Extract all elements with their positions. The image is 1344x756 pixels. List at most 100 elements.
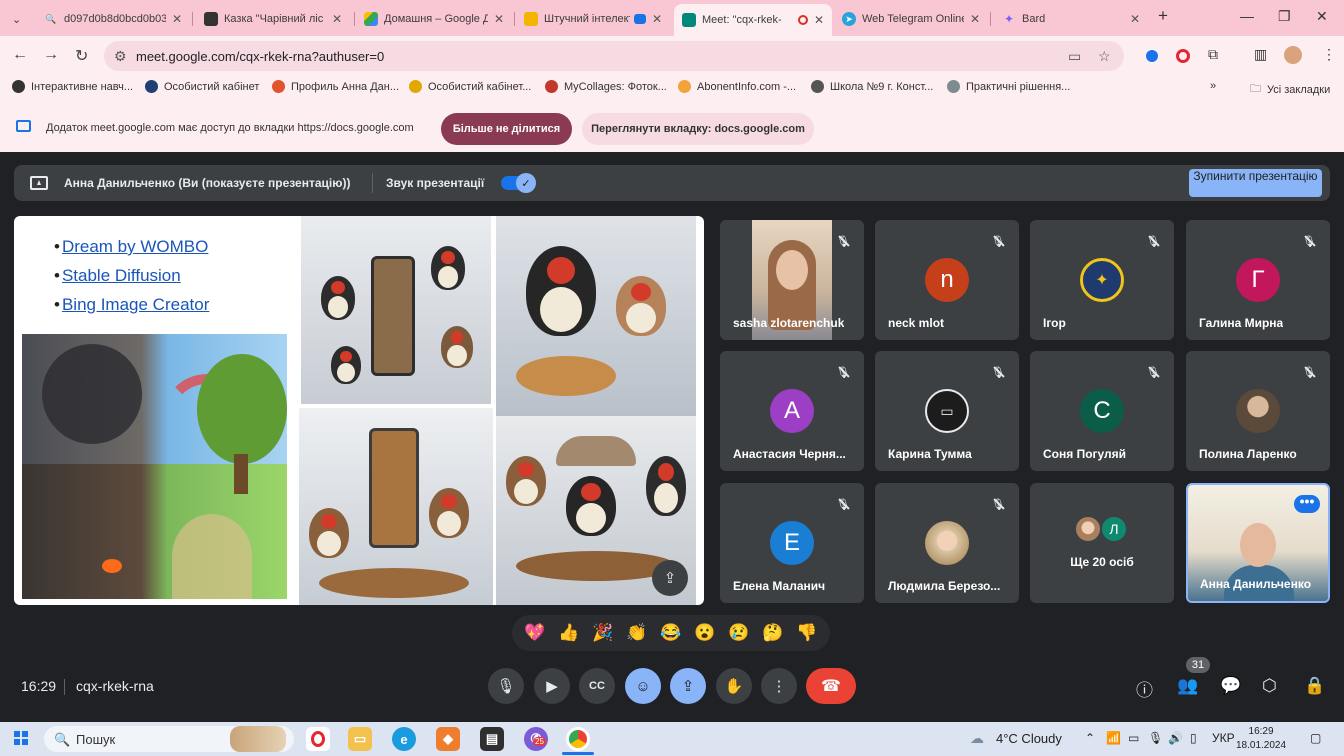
taskbar-clock[interactable]: 16:29 18.01.2024 [1236,725,1286,753]
slide-link[interactable]: Bing Image Creator [54,290,209,319]
camera-icon[interactable]: ▭ [1068,48,1081,65]
participant-tile[interactable]: ✦ 🎙 Ігор [1030,220,1174,340]
reaction-surprised-icon[interactable]: 😮 [694,623,715,643]
close-icon[interactable]: ✕ [494,12,504,26]
bookmark-item[interactable]: AbonentInfo.com -... [678,80,796,93]
reaction-clap-icon[interactable]: 👏 [626,623,647,643]
new-tab-button[interactable]: + [1158,6,1168,26]
cast-icon[interactable]: ▭ [1128,731,1139,745]
activities-icon[interactable]: ⬡ [1262,676,1277,696]
tab-6[interactable]: ➤ Web Telegram Online ✕ [834,6,988,32]
tab-3[interactable]: Домашня – Google Д ✕ [356,6,512,32]
participant-tile[interactable]: А 🎙 Анастасия Черня... [720,351,864,471]
reaction-thinking-icon[interactable]: 🤔 [762,623,783,643]
tab-search-button[interactable]: ⌄ [4,6,32,32]
profile-avatar[interactable] [1284,46,1302,64]
reload-button[interactable]: ↻ [75,46,88,66]
address-bar[interactable]: ⚙ meet.google.com/cqx-rkek-rna?authuser=… [104,41,1124,71]
app-icon[interactable]: ◆ [436,727,460,751]
view-tab-button[interactable]: Переглянути вкладку: docs.google.com [582,113,814,145]
stop-presenting-button[interactable]: Зупинити презентацію [1189,169,1322,197]
stop-sharing-button[interactable]: Більше не ділитися [441,113,572,145]
more-options-button[interactable]: ⋮ [761,668,797,704]
close-icon[interactable]: ✕ [1130,12,1140,26]
tab-7[interactable]: ✦ Bard ✕ [994,6,1148,32]
windows-start-icon[interactable] [14,731,28,745]
microphone-button[interactable]: 🎙 [488,668,524,704]
site-info-icon[interactable]: ⚙ [114,48,127,65]
file-explorer-icon[interactable]: ▭ [348,727,372,751]
bookmark-item[interactable]: Особистий кабінет [145,80,259,93]
microphone-tray-icon[interactable]: 🎙 [1148,731,1163,745]
tab-meet-active[interactable]: Meet: "cqx-rkek- ✕ [674,4,832,36]
network-icon[interactable]: 📶 [1106,731,1121,745]
forward-button[interactable]: → [43,46,59,64]
close-icon[interactable]: ✕ [652,12,662,26]
close-icon[interactable]: ✕ [814,13,824,27]
chat-icon[interactable]: 💬 [1220,676,1241,696]
bookmark-item[interactable]: Інтерактивне навч... [12,80,133,93]
opera-app-icon[interactable] [306,727,330,751]
reaction-sad-icon[interactable]: 😢 [728,623,749,643]
reactions-button[interactable]: ☺ [625,668,661,704]
chevron-up-icon[interactable]: ⌃ [1085,731,1095,745]
opera-extension-icon[interactable] [1176,49,1190,63]
maximize-button[interactable]: ❐ [1278,8,1291,25]
leave-call-button[interactable]: ☎ [806,668,856,704]
menu-icon[interactable]: ⋮ [1322,46,1336,63]
slide-link[interactable]: Dream by WOMBO [54,232,209,261]
battery-icon[interactable]: ▯ [1190,731,1197,745]
back-button[interactable]: ← [12,46,28,64]
participant-tile[interactable]: 🎙 Полина Ларенко [1186,351,1330,471]
participant-tile[interactable]: 🎙 sasha zlotarenchuk [720,220,864,340]
self-tile[interactable]: ••• Анна Данильченко [1186,483,1330,603]
reaction-laugh-icon[interactable]: 😂 [660,623,681,643]
raise-hand-button[interactable]: ✋ [716,668,752,704]
close-icon[interactable]: ✕ [970,12,980,26]
bookmarks-overflow-button[interactable]: » [1210,80,1216,92]
reaction-party-icon[interactable]: 🎉 [592,623,613,643]
reaction-heart-icon[interactable]: 💖 [524,623,545,643]
app-icon[interactable]: ▤ [480,727,504,751]
edge-browser-icon[interactable]: e [392,727,416,751]
participant-tile[interactable]: Г 🎙 Галина Мирна [1186,220,1330,340]
volume-icon[interactable]: 🔊 [1168,731,1183,745]
share-icon[interactable]: ⇪ [652,560,688,596]
participant-tile[interactable]: Е 🎙 Елена Маланич [720,483,864,603]
reaction-thumbs-down-icon[interactable]: 👎 [796,623,817,643]
people-icon[interactable]: 👥 [1177,676,1198,696]
notifications-icon[interactable]: ▢ [1310,731,1321,745]
participant-tile[interactable]: 🎙 Людмила Березо... [875,483,1019,603]
tab-1[interactable]: 🔍 d097d0b8d0bcd0b03 ✕ [36,6,190,32]
chrome-app-icon[interactable] [566,727,590,751]
bookmark-item[interactable]: Практичні рішення... [947,80,1070,93]
participant-tile[interactable]: ▭ 🎙 Карина Тумма [875,351,1019,471]
participant-tile[interactable]: n 🎙 neck mlot [875,220,1019,340]
tab-2[interactable]: Казка "Чарівний ліс ✕ [196,6,350,32]
extension-dot-icon[interactable] [1146,50,1158,62]
close-icon[interactable]: ✕ [172,12,182,26]
extensions-icon[interactable]: ⧉ [1208,46,1218,63]
tab-4[interactable]: Штучний інтелект ✕ [516,6,670,32]
meeting-info-icon[interactable]: ⓘ [1136,676,1153,701]
participant-tile[interactable]: С 🎙 Соня Погуляй [1030,351,1174,471]
bookmark-item[interactable]: Особистий кабінет... [409,80,531,93]
captions-button[interactable]: CC [579,668,615,704]
present-button[interactable]: ⇪ [670,668,706,704]
weather-text[interactable]: 4°C Cloudy [996,731,1062,746]
side-panel-icon[interactable]: ▥ [1254,46,1267,63]
more-participants-tile[interactable]: Л Ще 20 осіб [1030,483,1174,603]
close-icon[interactable]: ✕ [332,12,342,26]
bookmark-star-icon[interactable]: ☆ [1098,48,1111,65]
presentation-audio-toggle[interactable]: ✓ [501,173,536,193]
slide-link[interactable]: Stable Diffusion [54,261,209,290]
more-options-icon[interactable]: ••• [1294,494,1320,513]
minimize-button[interactable]: — [1240,8,1254,24]
bookmark-item[interactable]: Профиль Анна Дан... [272,80,399,93]
bookmark-item[interactable]: Школа №9 г. Конст... [811,80,933,93]
language-indicator[interactable]: УКР [1212,731,1235,745]
host-controls-icon[interactable]: 🔒 [1304,676,1325,696]
close-window-button[interactable]: ✕ [1316,8,1328,25]
all-bookmarks-button[interactable]: 🗀 Усі закладки [1250,80,1330,99]
reaction-thumbs-up-icon[interactable]: 👍 [558,623,579,643]
